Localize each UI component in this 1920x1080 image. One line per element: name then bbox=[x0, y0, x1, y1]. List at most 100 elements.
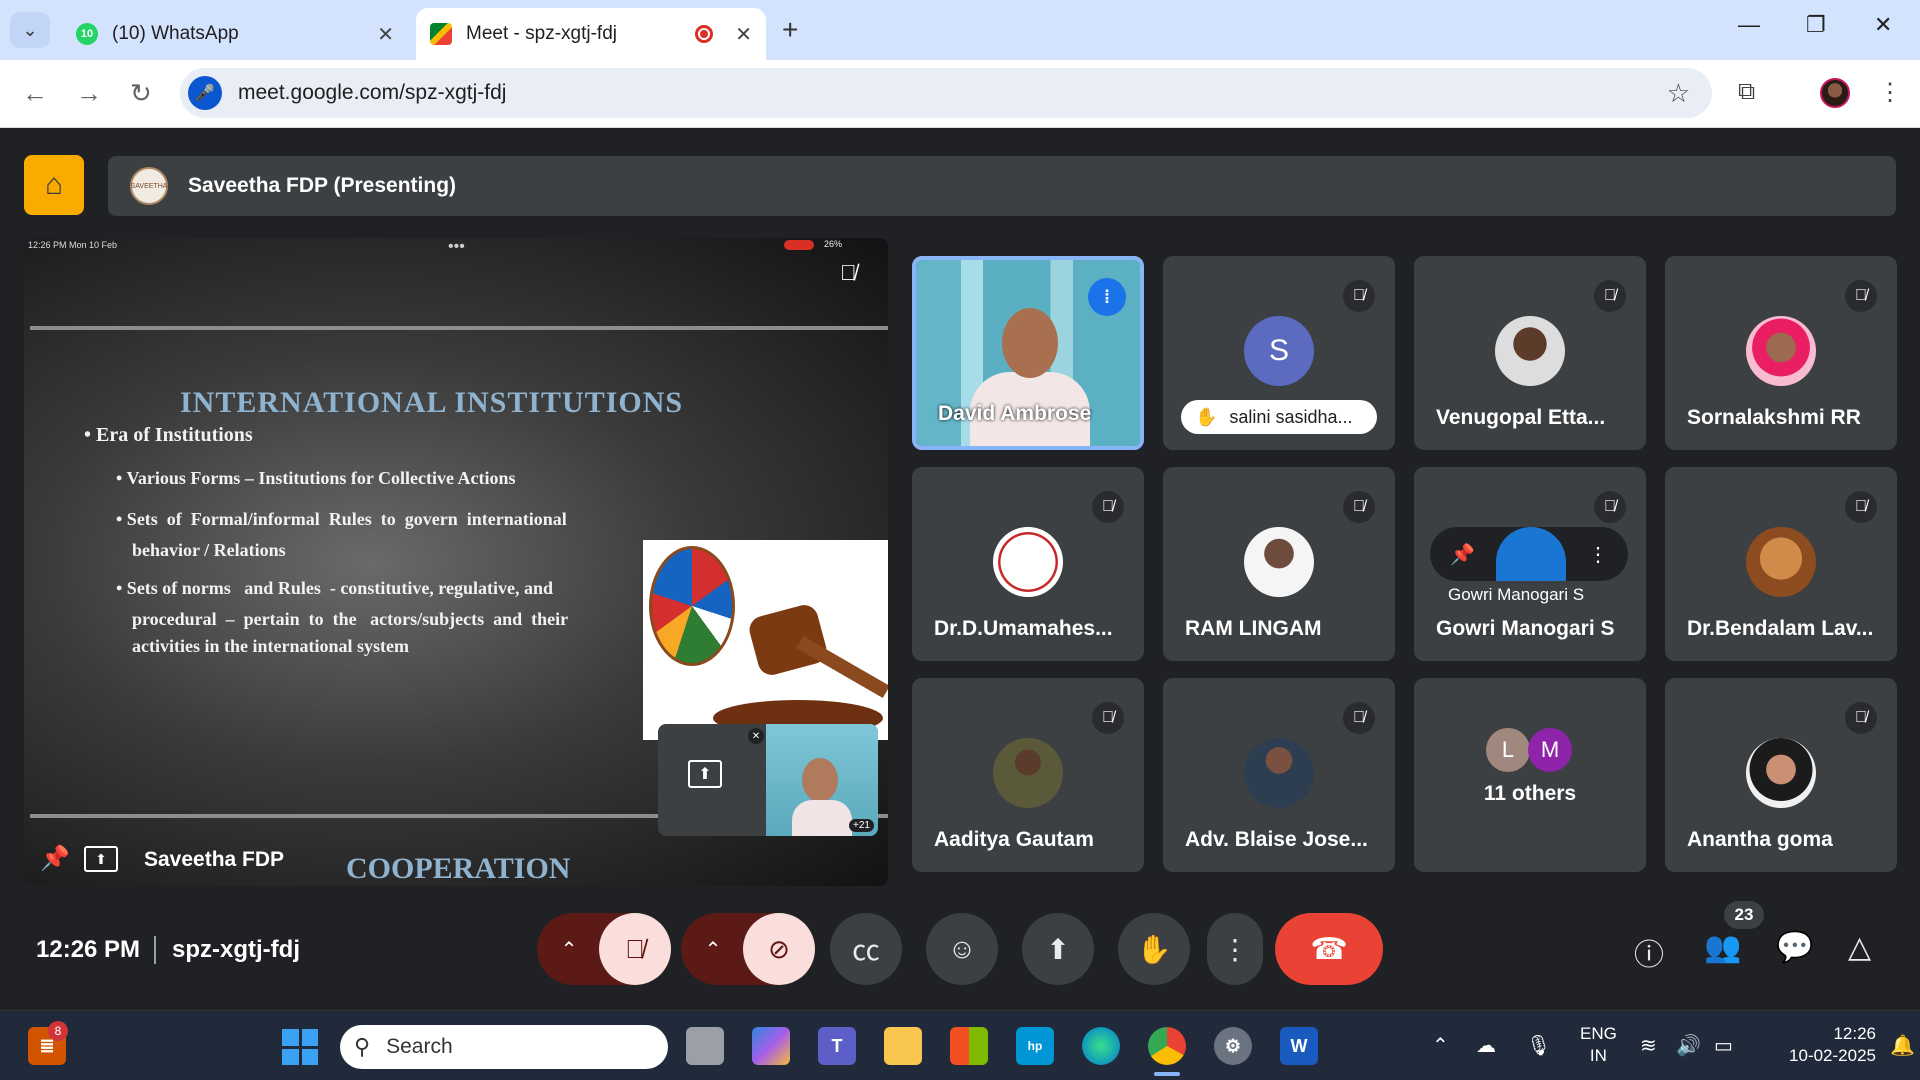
forward-icon[interactable]: → bbox=[76, 78, 102, 109]
self-view-tile[interactable]: ⬆ +21 ✕ bbox=[658, 724, 878, 836]
gavel-head bbox=[746, 601, 830, 679]
participant-tile[interactable]: ⁞ David Ambrose bbox=[912, 256, 1144, 450]
edge-icon[interactable] bbox=[1082, 1027, 1120, 1065]
people-count-badge: 23 bbox=[1724, 901, 1764, 929]
avatar bbox=[1496, 527, 1567, 581]
more-options-button[interactable]: ⋮ bbox=[1207, 913, 1263, 985]
restore-icon[interactable]: ❐ bbox=[1806, 12, 1826, 38]
copilot-icon[interactable] bbox=[752, 1027, 790, 1065]
mic-off-button[interactable]: 🎙̸ bbox=[599, 913, 671, 985]
participant-tile[interactable]: 🎙̸ Venugopal Etta... bbox=[1414, 256, 1646, 450]
taskbar-search[interactable]: ⚲ Search bbox=[340, 1025, 668, 1069]
word-icon[interactable]: W bbox=[1280, 1027, 1318, 1065]
pin-icon[interactable]: 📌 bbox=[1450, 542, 1475, 567]
lang-line2: IN bbox=[1589, 1046, 1607, 1065]
speaking-indicator-icon: ⁞ bbox=[1088, 278, 1126, 316]
chevron-up-icon[interactable]: ⌃ bbox=[1432, 1033, 1449, 1058]
participant-name: David Ambrose bbox=[938, 402, 1092, 425]
bookmark-star-icon[interactable]: ☆ bbox=[1667, 78, 1690, 109]
settings-gear-icon[interactable]: ⚙ bbox=[1214, 1027, 1252, 1065]
language-indicator[interactable]: ENG IN bbox=[1580, 1023, 1617, 1067]
more-dots-icon: ••• bbox=[448, 238, 465, 255]
slide-subbullet-cont: behavior / Relations bbox=[132, 540, 286, 560]
notification-bell-icon[interactable]: 🔔 bbox=[1890, 1033, 1915, 1058]
chat-icon[interactable]: 💬 bbox=[1776, 930, 1813, 965]
saveetha-logo: SAVEETHA bbox=[130, 167, 168, 205]
presentation-view[interactable]: 12:26 PM Mon 10 Feb 26% ••• 🎙̸ INTERNATI… bbox=[24, 238, 888, 886]
participant-tile[interactable]: 🎙̸ RAM LINGAM bbox=[1163, 467, 1395, 661]
more-options-icon[interactable]: ⋮ bbox=[1588, 542, 1608, 567]
participant-tile[interactable]: 🎙̸ Anantha goma bbox=[1665, 678, 1897, 872]
active-app-indicator bbox=[1154, 1072, 1180, 1076]
slide-subbullet: • Various Forms – Institutions for Colle… bbox=[116, 468, 516, 488]
store-icon[interactable] bbox=[950, 1027, 988, 1065]
start-button[interactable] bbox=[282, 1029, 318, 1065]
meet-icon bbox=[430, 23, 452, 45]
participant-tile[interactable]: 🎙̸ Dr.Bendalam Lav... bbox=[1665, 467, 1897, 661]
mic-off-icon: 🎙̸ bbox=[1343, 491, 1375, 523]
reload-icon[interactable]: ↻ bbox=[130, 78, 152, 109]
participant-name: Adv. Blaise Jose... bbox=[1185, 828, 1368, 851]
leave-call-button[interactable]: ☎ bbox=[1275, 913, 1383, 985]
system-clock[interactable]: 12:26 10-02-2025 bbox=[1760, 1023, 1876, 1067]
participant-tile[interactable]: 🎙̸ Adv. Blaise Jose... bbox=[1163, 678, 1395, 872]
participant-tile[interactable]: 🎙̸ 📌 ⋮ Gowri Manogari S Gowri Manogari S bbox=[1414, 467, 1646, 661]
participant-name: Anantha goma bbox=[1687, 828, 1833, 851]
address-bar[interactable]: 🎤 meet.google.com/spz-xgtj-fdj ☆ bbox=[180, 68, 1712, 118]
browser-menu-icon[interactable]: ⋮ bbox=[1878, 78, 1902, 107]
pin-icon[interactable]: 📌 bbox=[40, 844, 70, 873]
close-window-icon[interactable]: ✕ bbox=[1874, 12, 1892, 38]
audio-settings-chevron-icon[interactable]: ⌃ bbox=[537, 913, 601, 985]
chrome-icon[interactable] bbox=[1148, 1027, 1186, 1065]
present-button[interactable]: ⬆ bbox=[1022, 913, 1094, 985]
meeting-details-icon[interactable]: ⓘ bbox=[1634, 930, 1664, 974]
people-icon[interactable]: 👥 bbox=[1704, 930, 1741, 965]
presenting-bar: SAVEETHA Saveetha FDP (Presenting) bbox=[108, 156, 1896, 216]
slide-divider-top bbox=[30, 326, 888, 330]
back-icon[interactable]: ← bbox=[22, 78, 48, 109]
avatar: L bbox=[1486, 728, 1530, 772]
close-tab-icon[interactable]: ✕ bbox=[377, 22, 394, 47]
participant-tile[interactable]: 🎙̸ Aaditya Gautam bbox=[912, 678, 1144, 872]
microphone-icon[interactable]: 🎙 bbox=[1526, 1033, 1551, 1058]
more-vert-icon: ⋮ bbox=[1221, 933, 1249, 965]
presentation-footer: 📌 ⬆ Saveetha FDP bbox=[24, 828, 888, 886]
mic-control: ⌃ 🎙̸ bbox=[537, 913, 671, 985]
reactions-button[interactable]: ☺ bbox=[926, 913, 998, 985]
slide-subbullet: • Sets of norms and Rules - constitutive… bbox=[116, 578, 553, 598]
participant-name: RAM LINGAM bbox=[1185, 617, 1322, 640]
meeting-companion-button[interactable]: ⌂ bbox=[24, 155, 84, 215]
close-tab-icon[interactable]: ✕ bbox=[735, 22, 752, 47]
minimize-icon[interactable]: — bbox=[1738, 12, 1760, 38]
file-explorer-icon[interactable] bbox=[884, 1027, 922, 1065]
mic-off-icon: 🎙̸ bbox=[1343, 280, 1375, 312]
volume-icon[interactable]: 🔊 bbox=[1676, 1033, 1701, 1058]
video-settings-chevron-icon[interactable]: ⌃ bbox=[681, 913, 745, 985]
myhp-icon[interactable]: hp bbox=[1016, 1027, 1054, 1065]
profile-avatar[interactable] bbox=[1820, 78, 1850, 108]
captions-button[interactable]: ㏄ bbox=[830, 913, 902, 985]
battery-status: 26% bbox=[824, 239, 843, 249]
microphone-in-use-icon[interactable]: 🎤 bbox=[188, 76, 222, 110]
captions-icon: ㏄ bbox=[851, 935, 880, 966]
others-tile[interactable]: L M 11 others bbox=[1414, 678, 1646, 872]
participant-tile[interactable]: 🎙̸ Sornalakshmi RR bbox=[1665, 256, 1897, 450]
slide-subbullet: • Sets of Formal/informal Rules to gover… bbox=[116, 509, 567, 529]
camera-off-button[interactable]: ⊘ bbox=[743, 913, 815, 985]
participant-name: Dr.Bendalam Lav... bbox=[1687, 617, 1874, 640]
onedrive-error-icon[interactable]: ☁ bbox=[1476, 1033, 1496, 1058]
new-tab-button[interactable]: + bbox=[782, 14, 798, 46]
extensions-icon[interactable]: ⧉ bbox=[1738, 78, 1755, 106]
wifi-icon[interactable]: ≋ bbox=[1640, 1033, 1657, 1058]
battery-icon[interactable]: ▭ bbox=[1714, 1033, 1733, 1058]
recording-indicator bbox=[784, 240, 814, 250]
participant-tile[interactable]: 🎙̸ Dr.D.Umamahes... bbox=[912, 467, 1144, 661]
activities-icon[interactable]: △ bbox=[1848, 930, 1871, 965]
tab-meet[interactable]: Meet - spz-xgtj-fdj ✕ bbox=[416, 8, 766, 60]
tab-search-button[interactable]: ⌄ bbox=[10, 12, 50, 48]
raise-hand-button[interactable]: ✋ bbox=[1118, 913, 1190, 985]
participant-tile[interactable]: 🎙̸ S ✋ salini sasidha... bbox=[1163, 256, 1395, 450]
tab-whatsapp[interactable]: 10 (10) WhatsApp ✕ bbox=[62, 8, 408, 60]
task-view-icon[interactable] bbox=[686, 1027, 724, 1065]
teams-icon[interactable]: T bbox=[818, 1027, 856, 1065]
